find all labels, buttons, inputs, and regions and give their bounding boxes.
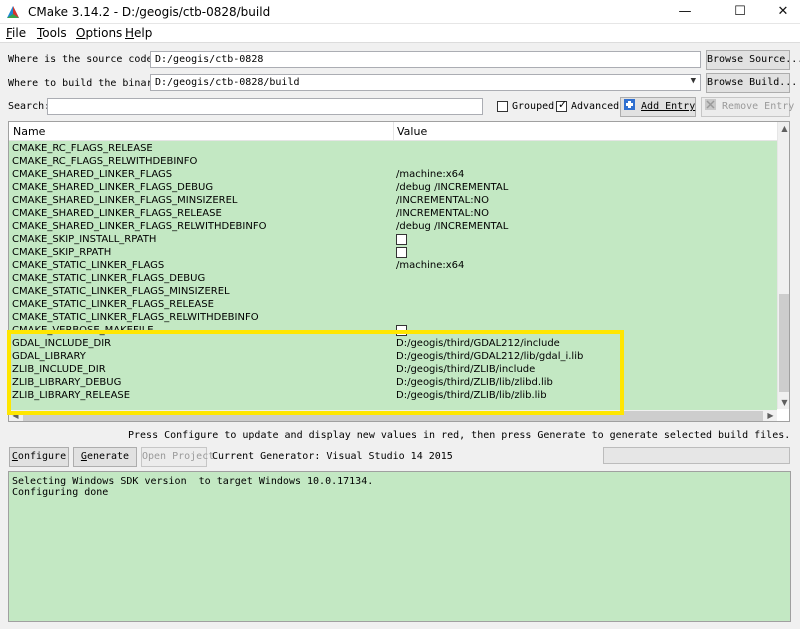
chevron-down-icon[interactable]: ▼ [691,76,696,86]
menu-tools-label: ools [42,26,67,40]
configure-button[interactable]: Configure [9,447,69,467]
configure-label: onfigure [17,451,67,462]
menu-options-label: ptions [85,26,123,40]
build-path-combobox[interactable]: D:/geogis/ctb-0828/build ▼ [150,74,701,91]
menu-tools[interactable]: Tools [37,26,67,40]
generate-label: enerate [86,451,130,462]
window-title: CMake 3.14.2 - D:/geogis/ctb-0828/build [28,5,271,19]
table-row[interactable]: CMAKE_SHARED_LINKER_FLAGS_DEBUG/debug /I… [9,181,777,194]
add-entry-button[interactable]: Add Entry [620,97,696,117]
row-name: CMAKE_STATIC_LINKER_FLAGS_MINSIZEREL [12,286,230,297]
row-name: CMAKE_SHARED_LINKER_FLAGS_RELWITHDEBINFO [12,221,267,232]
open-project-button[interactable]: Open Project [141,447,214,467]
row-value[interactable]: /machine:x64 [396,259,464,272]
menu-help-mnemonic: H [125,26,135,40]
row-value[interactable]: /INCREMENTAL:NO [396,207,489,220]
menu-help[interactable]: Help [125,26,152,40]
table-row[interactable]: CMAKE_SKIP_INSTALL_RPATH [9,233,777,246]
table-row[interactable]: CMAKE_STATIC_LINKER_FLAGS_RELEASE [9,298,777,311]
menu-file[interactable]: File [6,26,26,40]
close-icon[interactable]: ✕ [760,0,800,24]
remove-entry-label: Remove Entry [722,101,795,112]
generate-button[interactable]: Generate [73,447,137,467]
source-label: Where is the source code: [8,54,159,65]
scroll-right-icon[interactable]: ▶ [764,410,777,421]
row-name: CMAKE_STATIC_LINKER_FLAGS_RELWITHDEBINFO [12,312,259,323]
scroll-up-icon[interactable]: ▲ [778,122,789,135]
source-path-field[interactable]: D:/geogis/ctb-0828 [150,51,701,68]
menu-help-label: elp [134,26,153,40]
menu-options[interactable]: Options [76,26,122,40]
row-name: CMAKE_SHARED_LINKER_FLAGS [12,169,173,180]
grouped-checkbox[interactable] [497,101,508,112]
minimize-icon[interactable]: — [662,0,708,24]
add-entry-label: Add Entry [641,101,696,112]
table-row[interactable]: CMAKE_SHARED_LINKER_FLAGS_MINSIZEREL/INC… [9,194,777,207]
search-input[interactable] [47,98,483,115]
row-value-checkbox[interactable] [396,247,407,258]
row-value[interactable]: /debug /INCREMENTAL [396,220,508,233]
table-row[interactable]: CMAKE_SKIP_RPATH [9,246,777,259]
advanced-label: Advanced [571,101,620,112]
row-value[interactable]: /machine:x64 [396,168,464,181]
row-name: CMAKE_RC_FLAGS_RELWITHDEBINFO [12,156,198,167]
table-row[interactable]: CMAKE_STATIC_LINKER_FLAGS_RELWITHDEBINFO [9,311,777,324]
vertical-scroll-thumb[interactable] [779,294,789,392]
table-row[interactable]: CMAKE_STATIC_LINKER_FLAGS/machine:x64 [9,259,777,272]
build-path-value: D:/geogis/ctb-0828/build [155,77,300,88]
row-name: CMAKE_SKIP_RPATH [12,247,112,258]
highlight-annotation [7,330,624,415]
grouped-label: Grouped [512,101,555,112]
maximize-icon[interactable]: ☐ [717,0,763,24]
search-label: Search: [8,101,51,112]
table-row[interactable]: CMAKE_SHARED_LINKER_FLAGS/machine:x64 [9,168,777,181]
checkmark-icon: ✓ [558,98,568,111]
table-row[interactable]: CMAKE_RC_FLAGS_RELWITHDEBINFO [9,155,777,168]
row-name: CMAKE_STATIC_LINKER_FLAGS_RELEASE [12,299,214,310]
row-name: CMAKE_SHARED_LINKER_FLAGS_RELEASE [12,208,222,219]
row-name: CMAKE_STATIC_LINKER_FLAGS [12,260,165,271]
vertical-scrollbar[interactable]: ▲ ▼ [777,122,789,409]
column-separator [393,122,394,141]
plus-icon [624,99,635,110]
column-header-name[interactable]: Name [13,125,45,138]
browse-build-button[interactable]: Browse Build... [706,73,797,93]
row-value[interactable]: /INCREMENTAL:NO [396,194,489,207]
row-name: CMAKE_SKIP_INSTALL_RPATH [12,234,157,245]
title-bar: CMake 3.14.2 - D:/geogis/ctb-0828/build … [0,0,800,24]
menu-file-label: ile [12,26,27,40]
row-name: CMAKE_SHARED_LINKER_FLAGS_MINSIZEREL [12,195,238,206]
scroll-down-icon[interactable]: ▼ [778,396,789,409]
progress-bar [603,447,790,464]
table-row[interactable]: CMAKE_SHARED_LINKER_FLAGS_RELWITHDEBINFO… [9,220,777,233]
current-generator-text: Current Generator: Visual Studio 14 2015 [212,451,453,462]
table-row[interactable]: CMAKE_SHARED_LINKER_FLAGS_RELEASE/INCREM… [9,207,777,220]
configure-hint-text: Press Configure to update and display ne… [128,430,791,441]
browse-source-button[interactable]: Browse Source... [706,50,800,70]
advanced-checkbox[interactable]: ✓ [556,98,568,112]
menu-bar: File Tools Options Help [0,24,800,43]
table-row[interactable]: CMAKE_STATIC_LINKER_FLAGS_DEBUG [9,272,777,285]
table-header: Name Value [9,122,777,141]
remove-icon [705,99,716,110]
cmake-logo-icon [7,6,19,18]
table-row[interactable]: CMAKE_RC_FLAGS_RELEASE [9,142,777,155]
row-name: CMAKE_STATIC_LINKER_FLAGS_DEBUG [12,273,206,284]
row-value[interactable]: /debug /INCREMENTAL [396,181,508,194]
column-header-value[interactable]: Value [397,125,427,138]
row-name: CMAKE_RC_FLAGS_RELEASE [12,143,153,154]
table-row[interactable]: CMAKE_STATIC_LINKER_FLAGS_MINSIZEREL [9,285,777,298]
row-value-checkbox[interactable] [396,234,407,245]
row-name: CMAKE_SHARED_LINKER_FLAGS_DEBUG [12,182,214,193]
output-log: Selecting Windows SDK version to target … [8,471,791,622]
remove-entry-button[interactable]: Remove Entry [701,97,794,117]
